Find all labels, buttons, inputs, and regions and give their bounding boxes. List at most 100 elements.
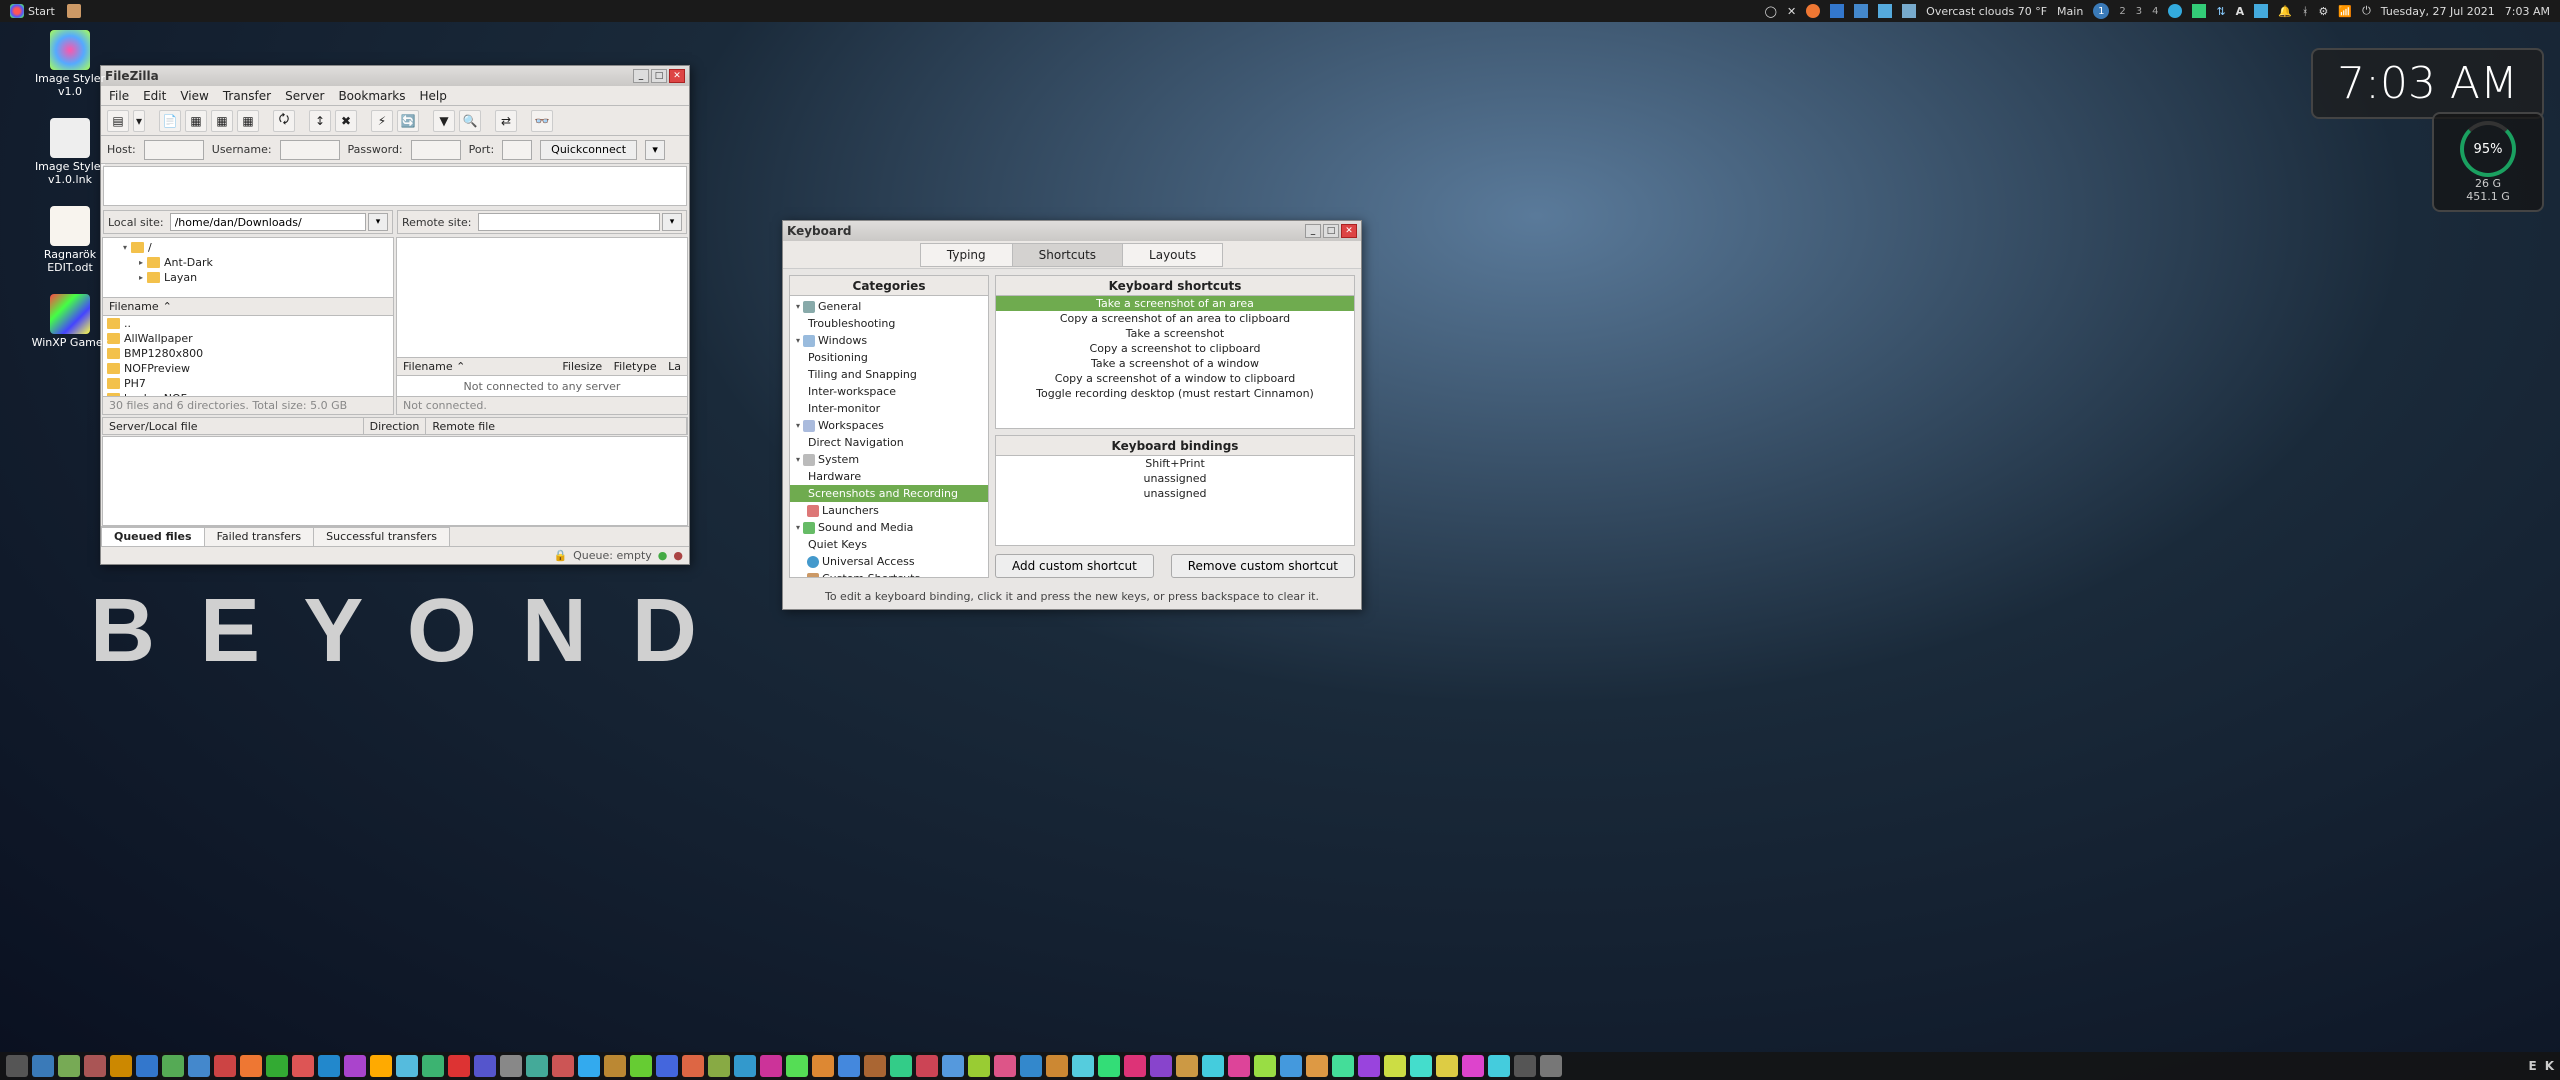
local-site-input[interactable]: [170, 213, 366, 231]
dock-app-icon[interactable]: [1202, 1055, 1224, 1077]
terminal-icon[interactable]: [1878, 4, 1892, 18]
dock-app-icon[interactable]: [942, 1055, 964, 1077]
dock-app-icon[interactable]: [1306, 1055, 1328, 1077]
shortcuts-list[interactable]: Take a screenshot of an area Copy a scre…: [996, 296, 1354, 401]
dock-app-icon[interactable]: [1436, 1055, 1458, 1077]
tab-layouts[interactable]: Layouts: [1122, 243, 1223, 267]
filter-button[interactable]: ▼: [433, 110, 455, 132]
dock-app-icon[interactable]: [1020, 1055, 1042, 1077]
desktop-icon[interactable]: WinXP Games: [30, 294, 110, 349]
close-x-icon[interactable]: ✕: [1787, 5, 1796, 18]
workspace-2[interactable]: 2: [2119, 6, 2125, 17]
find-button[interactable]: 👓: [531, 110, 553, 132]
dock-app-icon[interactable]: [812, 1055, 834, 1077]
network-icon[interactable]: 📶: [2338, 5, 2352, 18]
close-button[interactable]: ✕: [1341, 224, 1357, 238]
workspace-3[interactable]: 3: [2136, 6, 2142, 17]
cat-hardware[interactable]: Hardware: [790, 468, 988, 485]
menu-transfer[interactable]: Transfer: [223, 89, 271, 103]
dock-app-icon[interactable]: [578, 1055, 600, 1077]
dock-app-icon[interactable]: [1098, 1055, 1120, 1077]
dock-app-icon[interactable]: [448, 1055, 470, 1077]
dock-app-icon[interactable]: [136, 1055, 158, 1077]
search-button[interactable]: 🔍: [459, 110, 481, 132]
quickconnect-dropdown[interactable]: ▾: [645, 140, 665, 160]
dock-app-icon[interactable]: [1514, 1055, 1536, 1077]
power-icon[interactable]: ⏻: [2362, 4, 2371, 18]
bluetooth-icon[interactable]: ᚼ: [2302, 5, 2309, 18]
maximize-button[interactable]: □: [651, 69, 667, 83]
gear-icon[interactable]: ⚙: [2318, 5, 2328, 18]
dock-app-icon[interactable]: [344, 1055, 366, 1077]
sitemanager-button[interactable]: ▤: [107, 110, 129, 132]
dock-app-icon[interactable]: [1358, 1055, 1380, 1077]
monitor-icon[interactable]: [1902, 4, 1916, 18]
dropbox-icon[interactable]: ⇅: [2216, 5, 2225, 18]
minimize-button[interactable]: _: [1305, 224, 1321, 238]
workspace-4[interactable]: 4: [2152, 6, 2158, 17]
port-input[interactable]: [502, 140, 532, 160]
dock-app-icon[interactable]: [864, 1055, 886, 1077]
menu-help[interactable]: Help: [420, 89, 447, 103]
dock-app-icon[interactable]: [396, 1055, 418, 1077]
dock-app-icon[interactable]: [604, 1055, 626, 1077]
shortcut-row[interactable]: Take a screenshot of a window: [996, 356, 1354, 371]
dock-app-icon[interactable]: [1150, 1055, 1172, 1077]
cat-interws[interactable]: Inter-workspace: [790, 383, 988, 400]
dock-app-icon[interactable]: [838, 1055, 860, 1077]
menu-server[interactable]: Server: [285, 89, 324, 103]
dock-app-icon[interactable]: [110, 1055, 132, 1077]
dock-app-icon[interactable]: [1046, 1055, 1068, 1077]
shortcut-row[interactable]: Copy a screenshot of an area to clipboar…: [996, 311, 1354, 326]
dock-app-icon[interactable]: [656, 1055, 678, 1077]
bell-icon[interactable]: 🔔: [2278, 5, 2292, 18]
menu-file[interactable]: File: [109, 89, 129, 103]
dock-app-icon[interactable]: [266, 1055, 288, 1077]
dock-app-icon[interactable]: [1488, 1055, 1510, 1077]
cat-quiet[interactable]: Quiet Keys: [790, 536, 988, 553]
dock-app-icon[interactable]: [630, 1055, 652, 1077]
tray-app-icon[interactable]: [2254, 4, 2268, 18]
workspace-1[interactable]: 1: [2093, 3, 2109, 19]
desktop-icon[interactable]: Image Styler v1.0.lnk: [30, 118, 110, 186]
keyboard-titlebar[interactable]: Keyboard _ □ ✕: [783, 221, 1361, 241]
cat-launchers[interactable]: Launchers: [790, 502, 988, 519]
transfer-header[interactable]: Server/Local file Direction Remote file: [102, 417, 688, 435]
cat-troubleshooting[interactable]: Troubleshooting: [790, 315, 988, 332]
transfer-queue[interactable]: [102, 436, 688, 526]
local-list-header[interactable]: Filename ⌃: [103, 298, 393, 316]
local-file-list[interactable]: .. AllWallpaper BMP1280x800 NOFPreview P…: [103, 316, 393, 396]
files-icon[interactable]: [1830, 4, 1844, 18]
start-menu-button[interactable]: Start: [4, 2, 61, 20]
minimize-button[interactable]: _: [633, 69, 649, 83]
dock-app-icon[interactable]: [760, 1055, 782, 1077]
shortcut-row[interactable]: Copy a screenshot to clipboard: [996, 341, 1354, 356]
dock-app-icon[interactable]: [318, 1055, 340, 1077]
maximize-button[interactable]: □: [1323, 224, 1339, 238]
cat-workspaces[interactable]: ▾Workspaces: [790, 417, 988, 434]
menu-edit[interactable]: Edit: [143, 89, 166, 103]
cat-screenshots[interactable]: Screenshots and Recording: [790, 485, 988, 502]
panel-date[interactable]: Tuesday, 27 Jul 2021: [2381, 5, 2495, 18]
toolbar-button[interactable]: 📄: [159, 110, 181, 132]
host-input[interactable]: [144, 140, 204, 160]
dock-app-icon[interactable]: [968, 1055, 990, 1077]
dock-app-icon[interactable]: [474, 1055, 496, 1077]
panel-time[interactable]: 7:03 AM: [2505, 5, 2550, 18]
cat-tiling[interactable]: Tiling and Snapping: [790, 366, 988, 383]
tab-failed[interactable]: Failed transfers: [204, 527, 315, 546]
tab-success[interactable]: Successful transfers: [313, 527, 450, 546]
local-site-dropdown[interactable]: ▾: [368, 213, 388, 231]
binding-row[interactable]: unassigned: [996, 486, 1354, 501]
dock-app-icon[interactable]: [682, 1055, 704, 1077]
dock-app-icon[interactable]: [370, 1055, 392, 1077]
dock-app-icon[interactable]: [526, 1055, 548, 1077]
dock-app-icon[interactable]: [422, 1055, 444, 1077]
dock-app-icon[interactable]: [786, 1055, 808, 1077]
dock-app-icon[interactable]: [32, 1055, 54, 1077]
dock-app-icon[interactable]: [1462, 1055, 1484, 1077]
weather-label[interactable]: Overcast clouds 70 °F: [1926, 5, 2047, 18]
quickconnect-button[interactable]: Quickconnect: [540, 140, 637, 160]
message-log[interactable]: [103, 166, 687, 206]
cat-system[interactable]: ▾System: [790, 451, 988, 468]
